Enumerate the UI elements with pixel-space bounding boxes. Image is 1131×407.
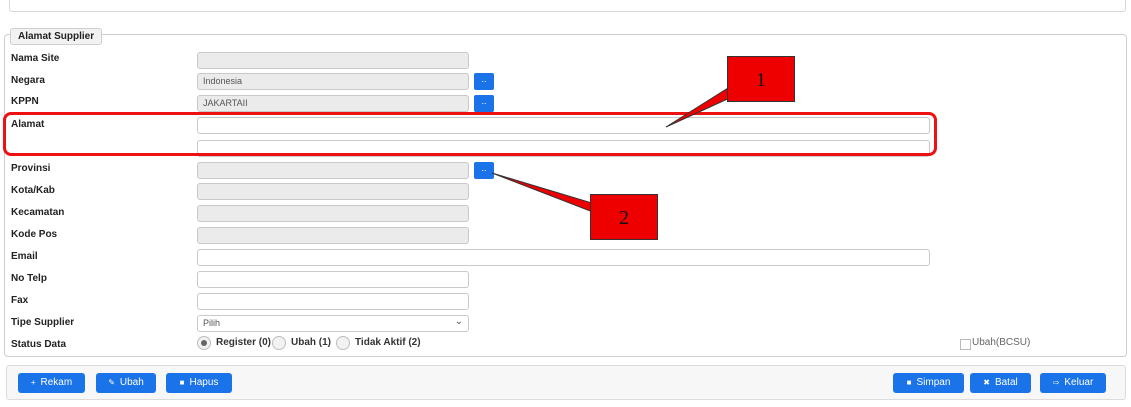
- annotation-marker-1: 1: [727, 56, 795, 102]
- arrow-1-pointer: [665, 87, 735, 128]
- annotation-arrows: [491, 87, 735, 215]
- arrow-2-pointer: [491, 172, 603, 215]
- annotation-marker-2: 2: [590, 194, 658, 240]
